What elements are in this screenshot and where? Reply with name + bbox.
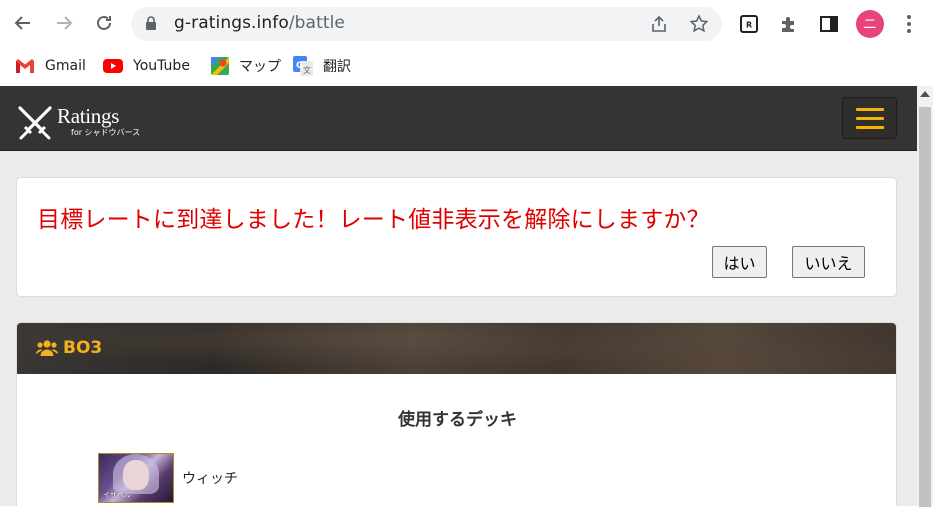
rate-alert-message: 目標レートに到達しました！レート値非表示を解除にしますか？ [37, 207, 710, 233]
page-viewport: Ratings for シャドウバース 目標レートに到達しました！レート値非表示… [0, 86, 917, 506]
back-arrow-icon [14, 16, 30, 30]
bookmark-label: マップ [239, 59, 281, 75]
bookmarks-bar: Gmail YouTube マップ G文 翻訳 [0, 47, 933, 85]
reload-icon [97, 15, 111, 30]
rate-alert-card: 目標レートに到達しました！レート値非表示を解除にしますか？ はい いいえ [16, 177, 897, 297]
share-icon[interactable] [649, 14, 669, 34]
header-texture [17, 323, 896, 374]
side-panel-button[interactable] [817, 12, 841, 36]
extension-r-button[interactable]: R [737, 12, 761, 36]
back-button[interactable] [8, 8, 38, 38]
side-panel-icon [820, 16, 838, 32]
site-logo[interactable]: Ratings for シャドウバース [17, 106, 140, 140]
reload-button[interactable] [89, 8, 119, 38]
scroll-up-arrow-icon[interactable] [920, 91, 930, 97]
url-text: g-ratings.info/battle [174, 13, 345, 33]
lock-icon [146, 16, 156, 30]
hamburger-line [855, 116, 884, 120]
nav-menu-toggle[interactable] [842, 97, 897, 139]
site-header: Ratings for シャドウバース [0, 86, 917, 151]
crossed-swords-icon [18, 106, 52, 140]
bookmark-label: 翻訳 [323, 59, 351, 75]
translate-icon: G文 [293, 56, 313, 76]
puzzle-icon [782, 17, 794, 32]
deck-heading: 使用するデッキ [398, 410, 517, 430]
url-domain: g-ratings.info [174, 13, 289, 33]
bookmark-maps[interactable]: マップ [211, 55, 281, 77]
maps-icon [211, 57, 229, 75]
deck-portrait-image: イザベル [98, 453, 174, 503]
bo3-card: BO3 使用するデッキ イザベル ウィッチ [16, 322, 897, 506]
bookmark-youtube[interactable]: YouTube [103, 55, 190, 77]
bo3-card-header: BO3 [17, 323, 896, 374]
scrollbar-thumb[interactable] [919, 107, 931, 507]
bo3-title: BO3 [36, 338, 102, 358]
url-path: /battle [288, 13, 345, 33]
logo-title: Ratings [57, 104, 120, 128]
deck-item[interactable]: イザベル ウィッチ [98, 453, 238, 503]
extensions-button[interactable] [777, 12, 801, 36]
bookmark-star-icon[interactable] [689, 14, 709, 34]
forward-arrow-icon [57, 16, 73, 30]
bookmark-translate[interactable]: G文 翻訳 [293, 55, 351, 77]
profile-avatar[interactable]: ニ [856, 10, 884, 38]
address-bar[interactable]: g-ratings.info/battle [131, 7, 722, 41]
svg-text:文: 文 [303, 65, 311, 75]
bookmark-gmail[interactable]: Gmail [15, 55, 86, 77]
forward-button[interactable] [49, 8, 79, 38]
extension-r-icon: R [740, 15, 758, 33]
no-button[interactable]: いいえ [792, 246, 865, 278]
yes-button[interactable]: はい [712, 246, 767, 278]
logo-subtitle: for シャドウバース [71, 128, 141, 137]
browser-toolbar: g-ratings.info/battle R ニ [0, 0, 933, 47]
deck-name: ウィッチ [182, 471, 238, 487]
menu-button[interactable] [897, 12, 921, 36]
portrait-face [123, 460, 149, 490]
kebab-menu-icon [907, 15, 911, 33]
bookmark-label: Gmail [45, 58, 86, 74]
svg-text:R: R [746, 21, 752, 30]
gmail-icon [15, 58, 35, 74]
users-icon [36, 339, 58, 357]
youtube-icon [103, 59, 123, 73]
bo3-title-text: BO3 [63, 338, 103, 358]
bookmark-label: YouTube [133, 58, 190, 74]
portrait-caption: イザベル [103, 491, 131, 499]
hamburger-line [855, 107, 884, 111]
hamburger-line [855, 125, 884, 129]
